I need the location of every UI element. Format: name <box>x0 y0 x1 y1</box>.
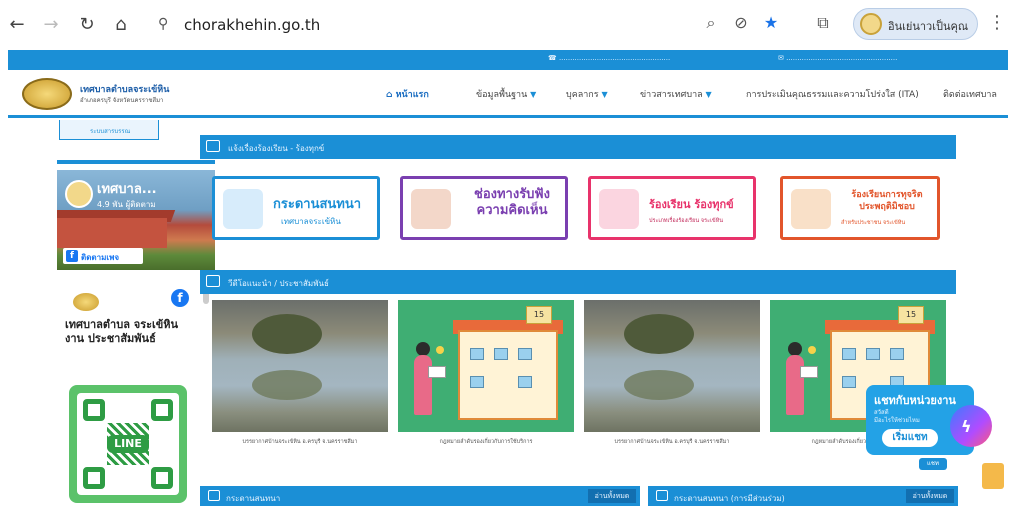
fb-followers: 4.9 พัน ผู้ติดตาม <box>97 200 156 209</box>
document-icon <box>223 189 263 229</box>
follow-page-button[interactable]: f ติดตามเพจ <box>63 248 143 264</box>
start-chat-button[interactable]: เริ่มแชท <box>882 429 938 447</box>
profile-button[interactable]: อินเย่นาวเป็นคุณ <box>853 8 978 40</box>
extensions-icon[interactable]: ⧉ <box>812 12 834 34</box>
video-thumbnail[interactable] <box>584 300 760 432</box>
menu-personnel[interactable]: บุคลากร ▼ <box>566 87 608 101</box>
profile-label: อินเย่นาวเป็นคุณ <box>888 20 969 33</box>
chevron-down-icon: ▼ <box>601 90 608 99</box>
read-all-button[interactable]: อ่านทั้งหมด <box>906 489 954 503</box>
home-icon[interactable]: ⌂ <box>110 14 132 36</box>
video-thumbnail[interactable]: 15 <box>398 300 574 432</box>
zoom-icon[interactable]: ⌕ <box>700 12 722 34</box>
line-logo: LINE <box>107 435 149 453</box>
chevron-down-icon: ▼ <box>705 90 712 99</box>
post-text: เทศบาลตำบล จระเข้หิน งาน ประชาสัมพันธ์ <box>65 318 179 345</box>
back-icon[interactable]: ← <box>6 14 28 36</box>
video-caption[interactable]: บรรยากาศบ้านจระเข้หิน อ.ครบุรี จ.นครราชส… <box>212 438 388 446</box>
divider <box>57 160 215 164</box>
phone-info: ☎ ......................................… <box>548 54 671 62</box>
video-thumbnail[interactable] <box>212 300 388 432</box>
reload-icon[interactable]: ↻ <box>76 14 98 36</box>
site-logo[interactable] <box>22 78 72 110</box>
banner-complaints[interactable]: ร้องเรียน ร้องทุกข์ ประเภทเรื่องร้องเรีย… <box>588 176 756 240</box>
star-icon[interactable]: ★ <box>760 12 782 34</box>
section-header-participation: กระดานสนทนา (การมีส่วนร่วม) อ่านทั้งหมด <box>648 486 958 506</box>
customer-service-icon <box>599 189 639 229</box>
contact-strip: ☎ ......................................… <box>8 50 1008 70</box>
video-caption[interactable]: กฎหมายลำดับรองเกี่ยวกับการใช้บริการ <box>398 438 574 446</box>
read-all-button[interactable]: อ่านทั้งหมด <box>588 489 636 503</box>
messenger-icon[interactable]: ϟ <box>950 405 992 447</box>
browser-toolbar: ← → ↻ ⌂ ⚲ chorakhehin.go.th ⌕ ⊘ ★ ⧉ อินเ… <box>0 0 1015 50</box>
fb-page-title[interactable]: เทศบาล... <box>97 178 157 199</box>
edit-icon <box>656 490 668 501</box>
banner-feedback[interactable]: ช่องทางรับฟัง ความคิดเห็น <box>400 176 568 240</box>
saraban-button[interactable]: ระบบสารบรรณ <box>59 120 159 140</box>
video-caption[interactable]: บรรยากาศบ้านจระเข้หิน อ.ครบุรี จ.นครราชส… <box>584 438 760 446</box>
forward-icon[interactable]: → <box>40 14 62 36</box>
post-logo <box>73 293 99 311</box>
menu-news[interactable]: ข่าวสารเทศบาล ▼ <box>640 87 712 101</box>
home-menu-icon: ⌂ <box>386 90 396 100</box>
site-header: เทศบาลตำบลจระเข้หิน อำเภอครบุรี จังหวัดน… <box>8 70 1008 118</box>
chevron-down-icon: ▼ <box>530 90 537 99</box>
site-settings-icon[interactable]: ⚲ <box>158 16 176 34</box>
url-text[interactable]: chorakhehin.go.th <box>184 16 320 34</box>
menu-ita[interactable]: การประเมินคุณธรรมและความโปร่งใส (ITA) <box>746 87 919 101</box>
avatar <box>860 13 882 35</box>
chat-badge[interactable]: แชท <box>919 458 947 470</box>
scroll-top-button[interactable] <box>982 463 1004 489</box>
video-icon <box>206 275 220 287</box>
email-info: ✉ ......................................… <box>778 54 898 62</box>
menu-contact[interactable]: ติดต่อเทศบาล <box>943 87 997 101</box>
facebook-page-card[interactable]: เทศบาล... 4.9 พัน ผู้ติดตาม f ติดตามเพจ <box>57 170 215 270</box>
section-header-webboard: กระดานสนทนา อ่านทั้งหมด <box>200 486 640 506</box>
facebook-icon: f <box>66 250 78 262</box>
facebook-post[interactable]: f เทศบาลตำบล จระเข้หิน งาน ประชาสัมพันธ์ <box>57 285 207 370</box>
eye-off-icon[interactable]: ⊘ <box>730 12 752 34</box>
menu-icon[interactable]: ⋮ <box>986 12 1008 34</box>
chat-person-icon <box>411 189 451 229</box>
line-qr-code[interactable]: LINE <box>69 385 187 503</box>
menu-basic-info[interactable]: ข้อมูลพื้นฐาน ▼ <box>476 87 536 101</box>
handcuff-icon <box>791 189 831 229</box>
menu-home[interactable]: ⌂ หน้าแรก <box>386 87 429 101</box>
flag-icon <box>206 140 220 152</box>
edit-icon <box>208 490 220 501</box>
section-header-videos: วีดีโอแนะนำ / ประชาสัมพันธ์ <box>200 270 956 294</box>
section-header-complaints: แจ้งเรื่องร้องเรียน - ร้องทุกข์ <box>200 135 956 159</box>
facebook-icon[interactable]: f <box>171 289 189 307</box>
left-sidebar: ระบบสารบรรณ เทศบาล... 4.9 พัน ผู้ติดตาม … <box>55 120 215 514</box>
org-sub: อำเภอครบุรี จังหวัดนครราชสีมา <box>80 97 164 104</box>
page-logo <box>65 180 93 208</box>
banner-webboard[interactable]: กระดานสนทนา เทศบาลจระเข้หิน <box>212 176 380 240</box>
banner-corruption[interactable]: ร้องเรียนการทุจริต ประพฤติมิชอบ สำหรับปร… <box>780 176 940 240</box>
org-name: เทศบาลตำบลจระเข้หิน <box>80 85 170 95</box>
address-bar[interactable]: ⚲ chorakhehin.go.th <box>148 8 788 42</box>
